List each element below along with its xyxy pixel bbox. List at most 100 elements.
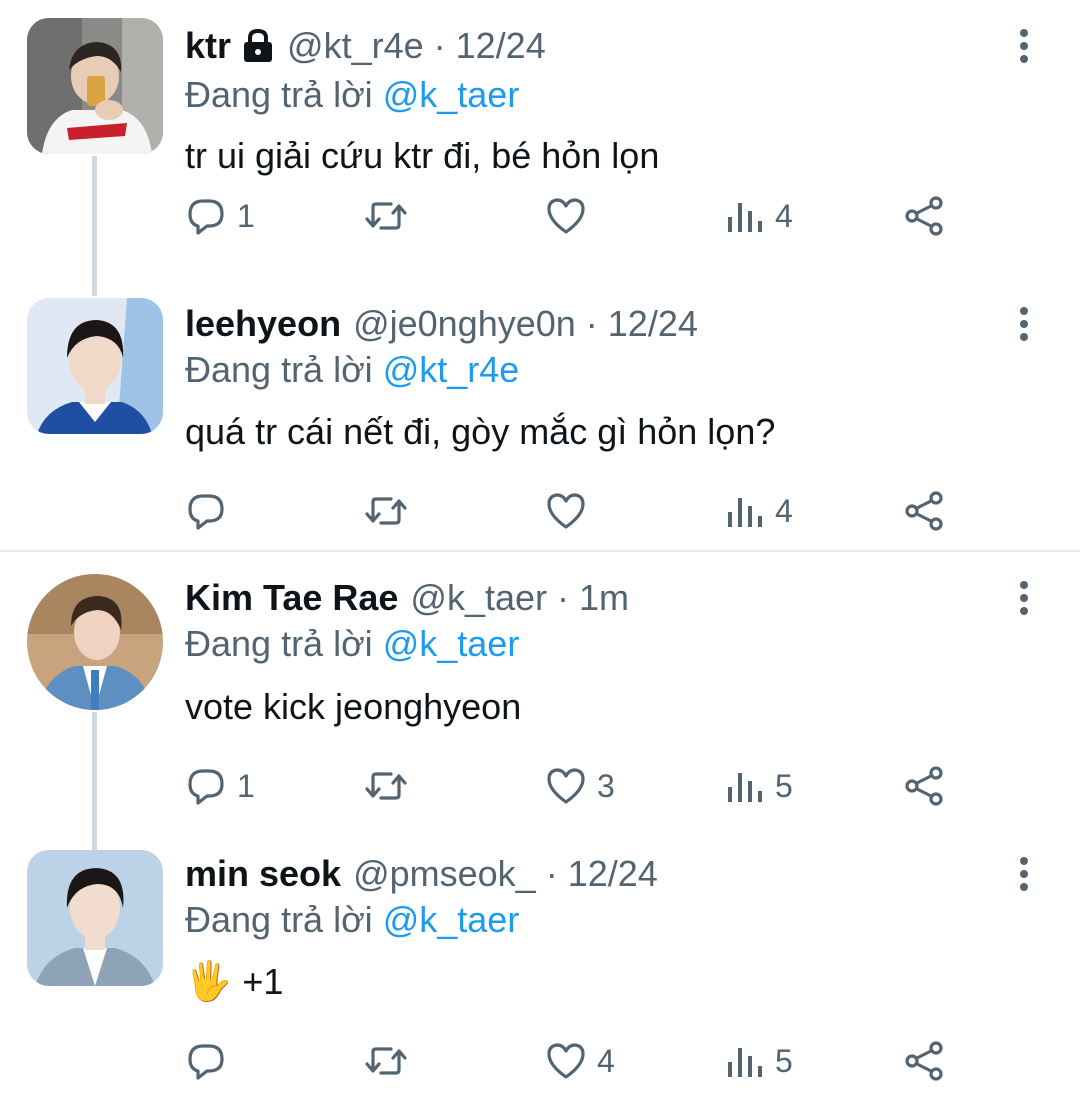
more-vertical-icon[interactable] xyxy=(1014,580,1034,616)
reply-prefix: Đang trả lời xyxy=(185,899,373,940)
heart-icon xyxy=(547,493,585,529)
avatar[interactable] xyxy=(27,298,163,434)
views-count: 4 xyxy=(775,197,793,234)
more-vertical-icon[interactable] xyxy=(1014,28,1034,64)
tweet-header: leehyeon @je0nghye0n · 12/24 xyxy=(185,302,698,346)
timestamp[interactable]: 12/24 xyxy=(568,852,658,896)
more-vertical-icon[interactable] xyxy=(1014,306,1034,342)
reply-count: 1 xyxy=(237,767,255,804)
reply-icon xyxy=(188,769,224,805)
raised-hand-emoji: 🖐 xyxy=(185,961,233,1003)
replying-to: Đang trả lời @k_taer xyxy=(185,622,519,666)
heart-icon xyxy=(547,198,585,234)
reply-button[interactable] xyxy=(185,1040,237,1082)
like-button[interactable]: 3 xyxy=(545,765,615,807)
separator: · xyxy=(585,303,598,344)
action-bar: 4 xyxy=(185,490,965,532)
views-icon xyxy=(728,498,762,527)
tweet[interactable]: min seok @pmseok_ · 12/24 Đang trả lời @… xyxy=(0,828,1080,1100)
display-name[interactable]: Kim Tae Rae xyxy=(185,576,398,620)
views-icon xyxy=(728,773,762,802)
reply-button[interactable]: 1 xyxy=(185,195,255,237)
share-icon xyxy=(905,491,943,531)
action-bar: 1 4 xyxy=(185,195,965,237)
replying-to: Đang trả lời @k_taer xyxy=(185,73,519,117)
share-button[interactable] xyxy=(903,765,945,807)
reply-count: 1 xyxy=(237,197,255,234)
retweet-button[interactable] xyxy=(363,195,419,237)
share-icon xyxy=(905,196,943,236)
tweet-header: ktr @kt_r4e · 12/24 xyxy=(185,24,546,68)
replying-to: Đang trả lời @kt_r4e xyxy=(185,348,519,392)
like-button[interactable] xyxy=(545,490,597,532)
action-bar: 4 5 xyxy=(185,1040,965,1082)
reply-mention[interactable]: @k_taer xyxy=(383,899,520,940)
tweet-text: vote kick jeonghyeon xyxy=(185,686,522,727)
tweet-text: 🖐 +1 xyxy=(185,960,283,1004)
tweet[interactable]: ktr @kt_r4e · 12/24 Đang trả lời @k_taer… xyxy=(0,0,1080,276)
like-count: 3 xyxy=(597,767,615,804)
heart-icon xyxy=(547,1043,585,1079)
share-button[interactable] xyxy=(903,195,945,237)
handle[interactable]: @pmseok_ xyxy=(353,852,536,896)
views-button[interactable]: 5 xyxy=(725,1040,793,1082)
retweet-icon xyxy=(365,772,407,800)
replying-to: Đang trả lời @k_taer xyxy=(185,898,519,942)
retweet-button[interactable] xyxy=(363,765,419,807)
retweet-button[interactable] xyxy=(363,1040,419,1082)
reply-button[interactable]: 1 xyxy=(185,765,255,807)
share-icon xyxy=(905,1041,943,1081)
lock-icon xyxy=(244,28,273,62)
tweet-header: Kim Tae Rae @k_taer · 1m xyxy=(185,576,629,620)
handle[interactable]: @je0nghye0n xyxy=(353,302,576,346)
display-name[interactable]: ktr xyxy=(185,24,231,68)
tweet[interactable]: Kim Tae Rae @k_taer · 1m Đang trả lời @k… xyxy=(0,552,1080,828)
reply-mention[interactable]: @kt_r4e xyxy=(383,349,520,390)
avatar[interactable] xyxy=(27,574,163,710)
reply-mention[interactable]: @k_taer xyxy=(383,74,520,115)
avatar[interactable] xyxy=(27,850,163,986)
retweet-icon xyxy=(365,1047,407,1075)
reply-prefix: Đang trả lời xyxy=(185,349,373,390)
heart-icon xyxy=(547,768,585,804)
timestamp[interactable]: 12/24 xyxy=(456,24,546,68)
share-button[interactable] xyxy=(903,490,945,532)
like-button[interactable] xyxy=(545,195,597,237)
separator: · xyxy=(557,577,570,618)
reply-icon xyxy=(188,1044,224,1080)
timestamp[interactable]: 1m xyxy=(579,576,629,620)
views-button[interactable]: 4 xyxy=(725,490,793,532)
separator: · xyxy=(433,25,446,66)
timestamp[interactable]: 12/24 xyxy=(608,302,698,346)
views-count: 5 xyxy=(775,1042,793,1079)
action-bar: 1 3 5 xyxy=(185,765,965,807)
avatar[interactable] xyxy=(27,18,163,154)
tweet[interactable]: leehyeon @je0nghye0n · 12/24 Đang trả lờ… xyxy=(0,276,1080,552)
views-button[interactable]: 4 xyxy=(725,195,793,237)
more-vertical-icon[interactable] xyxy=(1014,856,1034,892)
handle[interactable]: @kt_r4e xyxy=(287,24,424,68)
views-count: 4 xyxy=(775,492,793,529)
reply-mention[interactable]: @k_taer xyxy=(383,623,520,664)
retweet-button[interactable] xyxy=(363,490,419,532)
handle[interactable]: @k_taer xyxy=(410,576,547,620)
display-name[interactable]: leehyeon xyxy=(185,302,341,346)
tweet-text: quá tr cái nết đi, gòy mắc gì hỏn lọn? xyxy=(185,411,776,452)
reply-icon xyxy=(188,494,224,530)
reply-button[interactable] xyxy=(185,490,237,532)
reply-prefix: Đang trả lời xyxy=(185,74,373,115)
tweet-text: tr ui giải cứu ktr đi, bé hỏn lọn xyxy=(185,135,660,176)
tweet-header: min seok @pmseok_ · 12/24 xyxy=(185,852,658,896)
views-button[interactable]: 5 xyxy=(725,765,793,807)
views-icon xyxy=(728,203,762,232)
reply-prefix: Đang trả lời xyxy=(185,623,373,664)
reply-icon xyxy=(188,199,224,235)
like-button[interactable]: 4 xyxy=(545,1040,615,1082)
display-name[interactable]: min seok xyxy=(185,852,341,896)
retweet-icon xyxy=(365,202,407,230)
tweet-text-body: +1 xyxy=(242,961,284,1002)
retweet-icon xyxy=(365,497,407,525)
views-icon xyxy=(728,1048,762,1077)
separator: · xyxy=(545,853,558,894)
share-button[interactable] xyxy=(903,1040,945,1082)
